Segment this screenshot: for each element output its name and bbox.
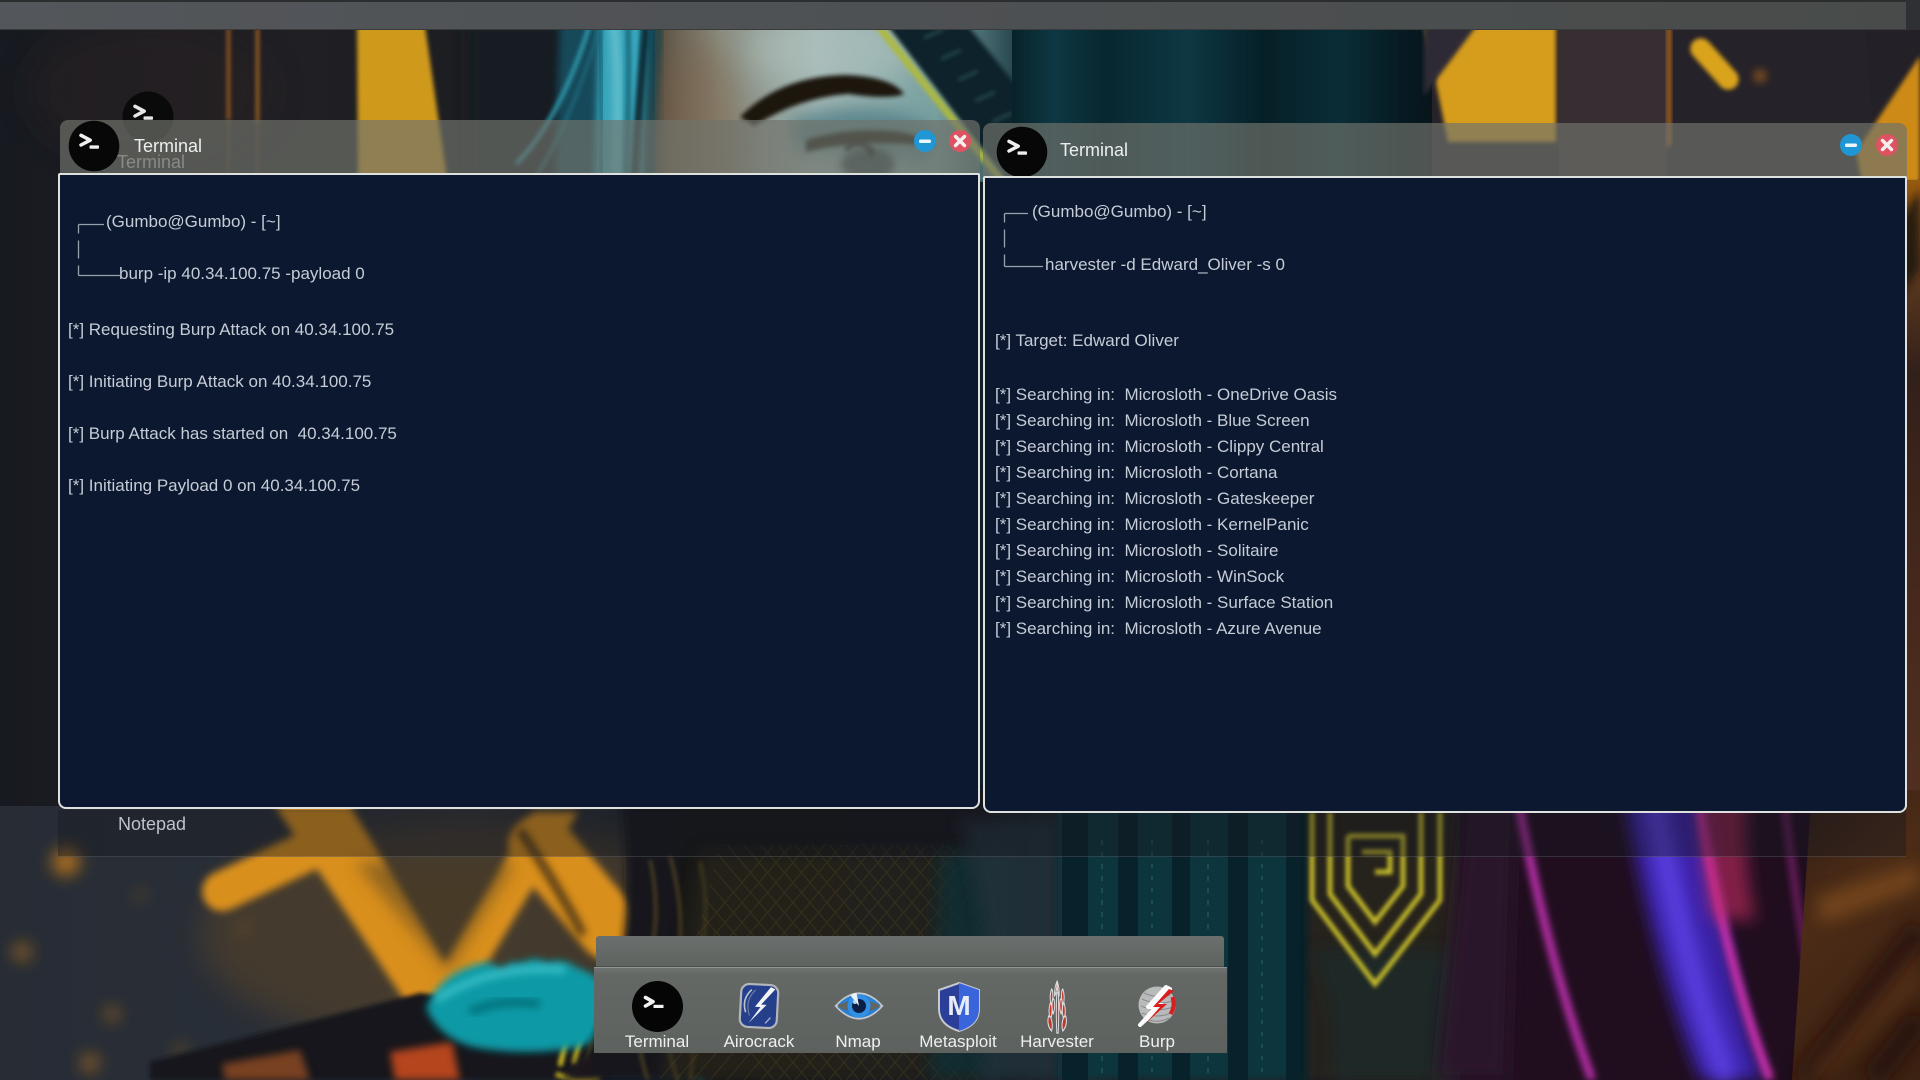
svg-text:M: M [947,990,970,1021]
